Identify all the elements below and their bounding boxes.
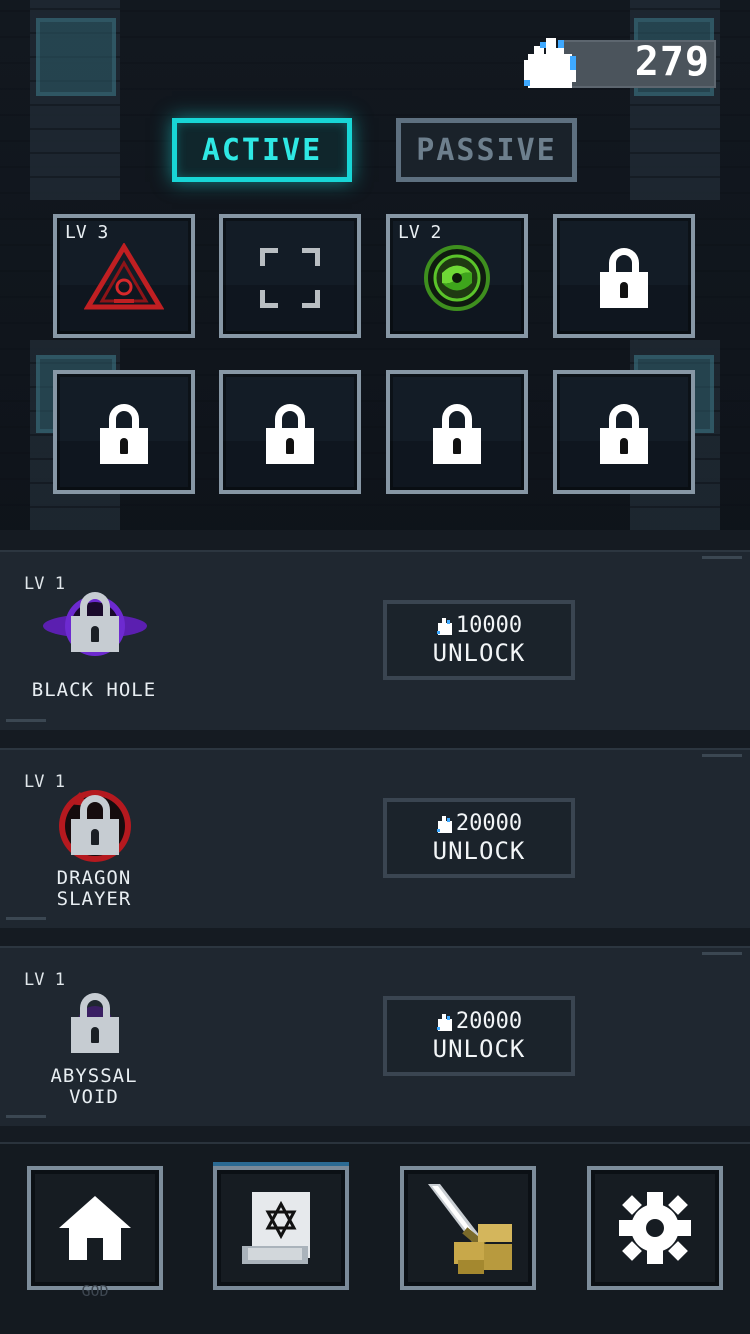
currency-value: 279: [634, 39, 710, 85]
unlock-cost: 20000: [436, 811, 522, 837]
nav-shop-button[interactable]: [400, 1166, 536, 1290]
row-decoration: [702, 754, 742, 757]
blue-flame-icon: [524, 38, 576, 88]
tab-active[interactable]: ACTIVE: [172, 118, 352, 182]
row-decoration: [6, 1115, 46, 1118]
tab-passive[interactable]: PASSIVE: [396, 118, 577, 182]
skill-name-line2: VOID: [69, 1086, 119, 1108]
skill-slot-locked[interactable]: [53, 370, 195, 494]
unlock-button[interactable]: 10000 UNLOCK: [383, 600, 575, 680]
lock-icon: [600, 404, 648, 465]
sword-gold-icon: [428, 1184, 512, 1274]
unlock-cost-value: 20000: [455, 1009, 523, 1034]
lock-icon: [71, 794, 119, 855]
skill-slot[interactable]: LV 2: [386, 214, 528, 338]
skill-slot-locked[interactable]: [219, 370, 361, 494]
skill-name: ABYSSAL: [50, 1065, 138, 1087]
skill-slot-locked[interactable]: [553, 214, 695, 338]
nav-faded-label: GOD: [81, 1282, 109, 1300]
row-decoration: [6, 719, 46, 722]
skill-slot-locked[interactable]: [386, 370, 528, 494]
unlock-label: UNLOCK: [432, 837, 526, 865]
bottom-nav: GOD: [0, 1142, 750, 1334]
skill-row: LV 1 ABYSSAL VOID 20000 UNLOCK: [0, 946, 750, 1126]
nav-settings-button[interactable]: [587, 1166, 723, 1290]
nav-spells-button[interactable]: [213, 1166, 349, 1290]
skill-row: LV 1 DRAGON SLAYER 20000 UNLOCK: [0, 748, 750, 928]
unlock-cost-value: 20000: [455, 811, 523, 836]
abyssal-void-icon: [40, 982, 150, 1072]
row-decoration: [702, 952, 742, 955]
skill-name: DRAGON: [56, 867, 132, 889]
spell-scroll-icon: [242, 1192, 310, 1264]
row-decoration: [702, 556, 742, 559]
unlock-cost: 20000: [436, 1009, 522, 1035]
green-vortex-icon: [424, 245, 490, 312]
blue-flame-icon: [436, 816, 452, 833]
unlock-label: UNLOCK: [432, 639, 526, 667]
unlock-cost: 10000: [436, 613, 522, 639]
dragon-slayer-icon: [40, 784, 150, 874]
lock-icon: [71, 592, 119, 652]
currency-display: 279: [520, 34, 716, 92]
skill-slot-empty[interactable]: [219, 214, 361, 338]
gear-icon: [619, 1192, 691, 1264]
unlock-button[interactable]: 20000 UNLOCK: [383, 996, 575, 1076]
skill-name-line2: SLAYER: [56, 888, 132, 910]
lock-icon: [266, 404, 314, 465]
unlock-cost-value: 10000: [455, 613, 523, 638]
lock-icon: [100, 404, 148, 465]
skill-name: BLACK HOLE: [31, 679, 157, 701]
lock-icon: [71, 992, 119, 1053]
lock-icon: [600, 248, 648, 309]
skill-row: LV 1 BLACK HOLE 10000 UNLOCK: [0, 550, 750, 730]
skill-slot-locked[interactable]: [553, 370, 695, 494]
red-triangle-sigil-icon: [84, 243, 164, 310]
skill-slot[interactable]: LV 3: [53, 214, 195, 338]
empty-frame-icon: [260, 248, 320, 309]
lock-icon: [433, 404, 481, 465]
blue-flame-icon: [436, 1014, 452, 1031]
nav-home-button[interactable]: [27, 1166, 163, 1290]
black-hole-icon: [40, 586, 150, 676]
blue-flame-icon: [436, 618, 452, 635]
slot-level: LV 2: [398, 222, 442, 243]
row-decoration: [6, 917, 46, 920]
background-banner: [36, 18, 116, 96]
home-icon: [59, 1196, 131, 1260]
unlock-label: UNLOCK: [432, 1035, 526, 1063]
slot-level: LV 3: [65, 222, 109, 243]
unlock-button[interactable]: 20000 UNLOCK: [383, 798, 575, 878]
